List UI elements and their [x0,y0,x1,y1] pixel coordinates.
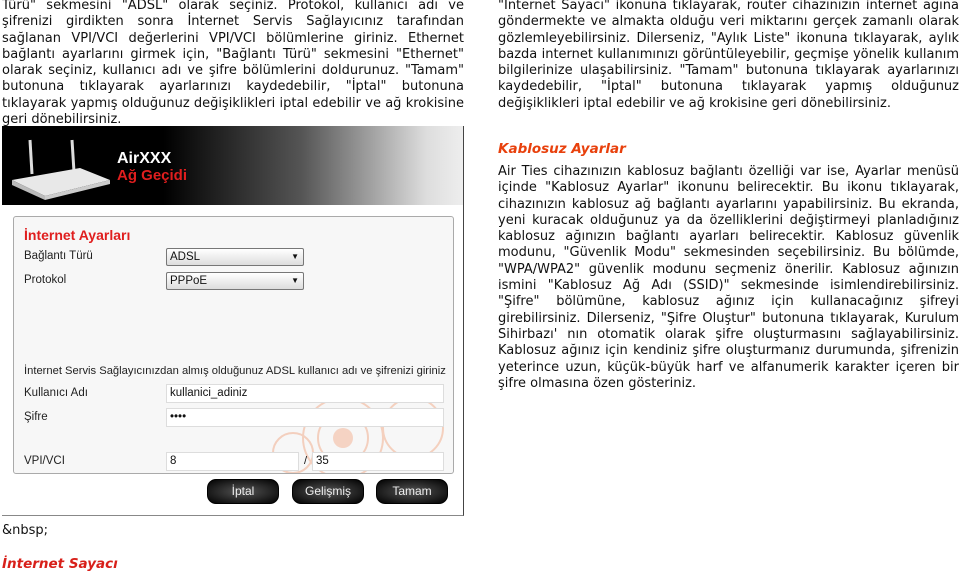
protocol-label: Protokol [24,274,67,286]
router-settings-screenshot: AirXXX Ağ Geçidi İnternet Ayarları Bağla… [2,126,464,516]
panel-title: İnternet Ayarları [24,227,131,243]
left-column: Türü" sekmesini "ADSL" olarak seçiniz. P… [2,0,464,128]
right-column: "Internet Sayacı" ikonuna tıklayarak, ro… [498,0,959,112]
cancel-button[interactable]: İptal [207,479,279,504]
advanced-button[interactable]: Gelişmiş [292,479,364,504]
vpivci-label: VPI/VCI [24,455,65,467]
right-paragraph-2: Air Ties cihazınızın kablosuz bağlantı ö… [498,164,959,391]
chevron-down-icon: ▼ [291,252,299,261]
username-label: Kullanıcı Adı [24,387,88,399]
nbsp-text: &nbsp; [2,523,49,538]
connection-type-select[interactable]: ADSL ▼ [166,248,304,266]
protocol-value: PPPoE [170,275,208,287]
wireless-settings-heading: Kablosuz Ayarlar [498,141,626,157]
router-icon [12,139,110,200]
right-paragraph-1: "Internet Sayacı" ikonuna tıklayarak, ro… [498,0,959,111]
vpivci-separator: / [304,455,308,467]
protocol-select[interactable]: PPPoE ▼ [166,272,304,290]
connection-type-label: Bağlantı Türü [24,250,93,262]
ok-button[interactable]: Tamam [376,479,448,504]
chevron-down-icon: ▼ [291,276,299,285]
username-input[interactable]: kullanici_adiniz [166,384,444,403]
internet-settings-panel: İnternet Ayarları Bağlantı Türü ADSL ▼ Pr… [13,216,454,474]
brand-subtitle: Ağ Geçidi [117,167,188,184]
internet-counter-heading: İnternet Sayacı [2,556,118,572]
isp-note: İnternet Servis Sağlayıcınızdan almış ol… [24,365,446,377]
vci-input[interactable]: 35 [312,452,444,471]
left-paragraph: Türü" sekmesini "ADSL" olarak seçiniz. P… [2,0,464,128]
brand-name: AirXXX [117,150,172,167]
password-label: Şifre [24,411,48,423]
wireless-paragraph: Air Ties cihazınızın kablosuz bağlantı ö… [498,164,959,392]
vpi-input[interactable]: 8 [166,452,299,471]
router-banner: AirXXX Ağ Geçidi [2,126,463,205]
connection-type-value: ADSL [170,251,201,263]
password-input[interactable]: •••• [166,408,444,427]
